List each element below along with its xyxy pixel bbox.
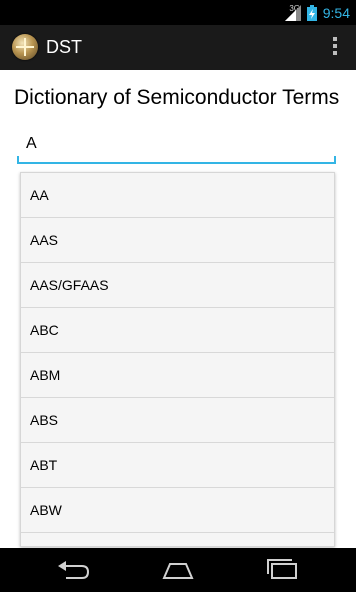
recent-apps-icon [267, 559, 297, 579]
suggestion-item[interactable]: AA [21, 173, 334, 218]
navigation-bar [0, 548, 356, 592]
clock: 9:54 [322, 5, 350, 21]
suggestion-item[interactable]: AAS [21, 218, 334, 263]
status-bar: 3G 9:54 [0, 0, 356, 25]
app-title: DST [46, 37, 82, 57]
action-bar: DST [0, 25, 356, 70]
home-icon [162, 563, 194, 579]
suggestions-dropdown[interactable]: AA AAS AAS/GFAAS ABC ABM ABS ABT ABW [20, 172, 335, 547]
status-icons: 9:54 [284, 3, 350, 23]
suggestion-item[interactable]: ABC [21, 308, 334, 353]
home-button[interactable] [158, 556, 198, 584]
recent-apps-button[interactable] [262, 556, 302, 584]
back-icon [58, 561, 90, 579]
search-input[interactable] [18, 128, 350, 160]
back-button[interactable] [54, 556, 94, 584]
overflow-menu-icon[interactable] [332, 37, 338, 57]
search-input-underline [17, 162, 336, 164]
suggestion-item[interactable]: AAS/GFAAS [21, 263, 334, 308]
suggestion-item[interactable]: ABS [21, 398, 334, 443]
suggestion-item[interactable]: ABW [21, 488, 334, 533]
battery-charging-icon [306, 5, 317, 21]
suggestion-item[interactable]: ABM [21, 353, 334, 398]
app-logo-icon[interactable] [12, 34, 38, 60]
signal-strength-icon [284, 5, 301, 21]
page-title: Dictionary of Semiconductor Terms [14, 86, 340, 109]
search-input-left-edge [17, 156, 19, 164]
suggestion-item[interactable]: ABT [21, 443, 334, 488]
search-input-right-edge [334, 156, 336, 164]
